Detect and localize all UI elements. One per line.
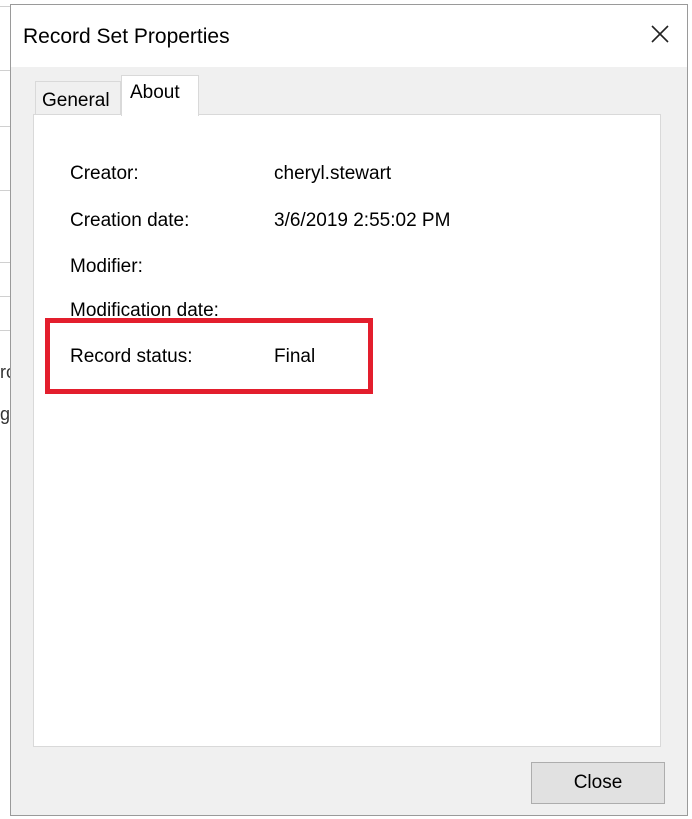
tab-about[interactable]: About <box>121 75 199 116</box>
title-bar: Record Set Properties <box>11 5 687 67</box>
close-button-label: Close <box>573 772 623 793</box>
record-set-properties-dialog: Record Set Properties General About Crea… <box>10 4 688 816</box>
about-panel: Creator: cheryl.stewart Creation date: 3… <box>33 114 661 747</box>
creation-date-label: Creation date: <box>70 210 190 231</box>
modifier-label: Modifier: <box>70 256 143 277</box>
tab-general[interactable]: General <box>35 81 121 115</box>
close-icon[interactable] <box>645 19 675 49</box>
window-title: Record Set Properties <box>23 25 230 48</box>
tab-general-label: General <box>42 90 110 111</box>
creator-label: Creator: <box>70 163 139 184</box>
creator-value: cheryl.stewart <box>274 163 392 184</box>
close-button[interactable]: Close <box>531 762 665 804</box>
creation-date-value: 3/6/2019 2:55:02 PM <box>274 210 451 231</box>
record-status-highlight <box>45 318 373 394</box>
tab-about-label: About <box>130 82 180 103</box>
